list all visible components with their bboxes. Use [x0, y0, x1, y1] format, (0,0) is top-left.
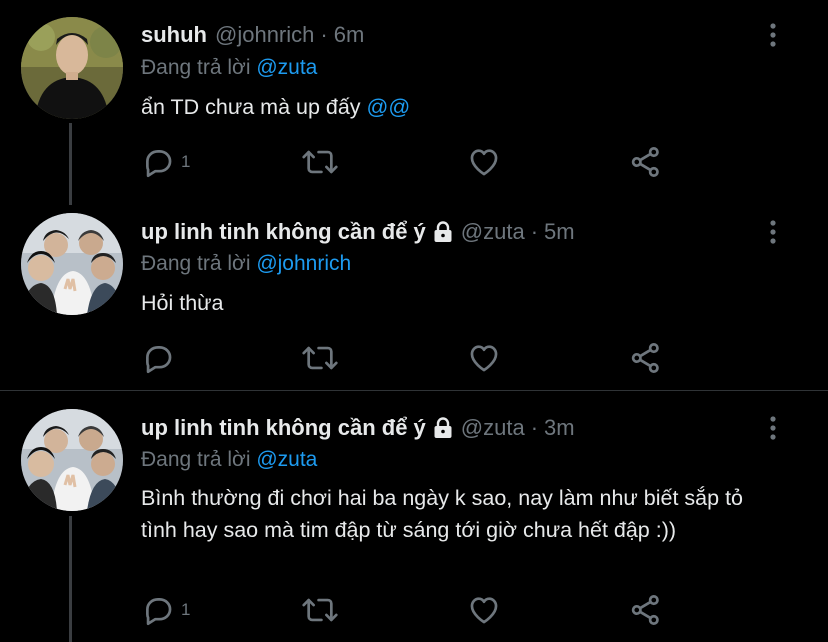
- replying-to: Đang trả lời @johnrich: [141, 250, 351, 278]
- tweet-text: Hỏi thừa: [141, 287, 781, 319]
- more-options-icon[interactable]: [766, 219, 780, 245]
- share-button[interactable]: [629, 340, 663, 376]
- replying-mention-link[interactable]: @zuta: [256, 56, 317, 79]
- avatar[interactable]: [21, 213, 123, 315]
- like-icon: [470, 597, 498, 624]
- like-button[interactable]: [467, 340, 507, 376]
- share-icon: [631, 343, 659, 373]
- reply-button[interactable]: [141, 340, 181, 376]
- replying-to: Đang trả lời @zuta: [141, 446, 317, 474]
- tweet-1[interactable]: suhuh @johnrich · 6m Đang trả lời @zuta …: [0, 0, 828, 196]
- separator-dot: ·: [530, 219, 539, 244]
- tweet-2[interactable]: up linh tinh không cần để ý @zuta · 5m Đ…: [0, 196, 828, 390]
- separator-dot: ·: [530, 415, 539, 440]
- tweet-text-content: Bình thường đi chơi hai ba ngày k sao, n…: [141, 486, 743, 542]
- tweet-text: Bình thường đi chơi hai ba ngày k sao, n…: [141, 482, 781, 546]
- replying-prefix: Đang trả lời: [141, 448, 251, 471]
- replying-prefix: Đang trả lời: [141, 252, 251, 275]
- replying-to: Đang trả lời @zuta: [141, 54, 317, 82]
- avatar[interactable]: [21, 17, 123, 119]
- avatar[interactable]: [21, 409, 123, 511]
- tweet-header: suhuh @johnrich · 6m: [141, 21, 364, 49]
- more-options-icon[interactable]: [766, 22, 780, 48]
- retweet-icon: [302, 346, 338, 370]
- action-bar: 1: [141, 144, 681, 180]
- user-handle[interactable]: @johnrich: [215, 21, 314, 49]
- user-handle[interactable]: @zuta: [461, 414, 525, 442]
- share-icon: [631, 147, 659, 177]
- reply-count: 1: [181, 600, 191, 619]
- timestamp[interactable]: 6m: [334, 21, 365, 49]
- retweet-button[interactable]: [301, 340, 345, 376]
- replying-mention-link[interactable]: @johnrich: [256, 252, 351, 275]
- share-button[interactable]: [629, 592, 663, 628]
- share-button[interactable]: [629, 144, 663, 180]
- replying-prefix: Đang trả lời: [141, 56, 251, 79]
- tweet-3[interactable]: up linh tinh không cần để ý @zuta · 3m Đ…: [0, 391, 828, 642]
- display-name[interactable]: up linh tinh không cần để ý: [141, 218, 426, 246]
- timestamp[interactable]: 5m: [544, 218, 575, 246]
- tweet-text: ẩn TD chưa mà up đấy @@: [141, 91, 781, 123]
- reply-icon: [146, 598, 172, 626]
- lock-icon: [433, 221, 453, 243]
- reply-button[interactable]: 1: [141, 144, 190, 180]
- more-options-icon[interactable]: [766, 415, 780, 441]
- like-icon: [470, 149, 498, 176]
- lock-icon: [433, 417, 453, 439]
- display-name[interactable]: up linh tinh không cần để ý: [141, 414, 426, 442]
- tweet-text-emphasis: @@: [366, 95, 411, 119]
- like-button[interactable]: [467, 592, 507, 628]
- tweet-header: up linh tinh không cần để ý @zuta · 5m: [141, 218, 575, 246]
- reply-button[interactable]: 1: [141, 592, 190, 628]
- tweet-text-content: Hỏi thừa: [141, 291, 224, 315]
- reply-count: 1: [181, 152, 191, 171]
- retweet-button[interactable]: [301, 144, 345, 180]
- action-bar: 1: [141, 592, 681, 628]
- replying-mention-link[interactable]: @zuta: [256, 448, 317, 471]
- tweet-header: up linh tinh không cần để ý @zuta · 3m: [141, 414, 575, 442]
- timestamp[interactable]: 3m: [544, 414, 575, 442]
- retweet-button[interactable]: [301, 592, 345, 628]
- action-bar: [141, 340, 681, 376]
- retweet-icon: [302, 598, 338, 622]
- separator-dot: ·: [320, 22, 328, 47]
- reply-icon: [146, 346, 172, 374]
- tweet-text-content: ẩn TD chưa mà up đấy: [141, 95, 361, 119]
- reply-icon: [146, 150, 172, 178]
- like-button[interactable]: [467, 144, 507, 180]
- display-name[interactable]: suhuh: [141, 21, 207, 49]
- share-icon: [631, 595, 659, 625]
- user-handle[interactable]: @zuta: [461, 218, 525, 246]
- retweet-icon: [302, 150, 338, 174]
- like-icon: [470, 345, 498, 372]
